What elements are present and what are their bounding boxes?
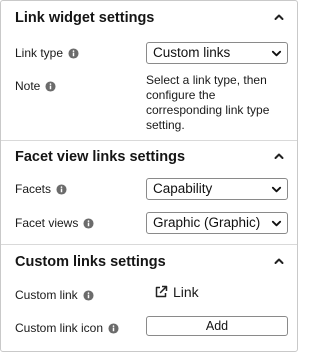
custom-link[interactable]: Link: [154, 284, 199, 300]
custom-link-icon-label: Custom link icon: [15, 321, 119, 335]
link-type-label: Link type: [15, 46, 79, 60]
facets-label: Facets: [15, 182, 67, 196]
add-icon-button[interactable]: Add: [146, 316, 288, 336]
facets-select[interactable]: Capability: [146, 178, 288, 200]
info-icon[interactable]: [45, 80, 56, 92]
info-icon[interactable]: [83, 289, 94, 301]
chevron-up-icon[interactable]: [273, 255, 285, 267]
custom-link-label: Custom link: [15, 288, 94, 302]
external-link-icon: [155, 285, 168, 298]
custom-link-text: Link: [173, 284, 199, 300]
note-text: Select a link type, then configure the c…: [146, 73, 270, 132]
facet-view-section-header[interactable]: Facet view links settings: [1, 140, 297, 170]
section-title: Custom links settings: [15, 254, 166, 270]
note-label: Note: [15, 79, 56, 93]
custom-links-section-header[interactable]: Custom links settings: [1, 245, 297, 275]
chevron-down-icon: [271, 220, 282, 227]
settings-panel: Link widget settings Link type Custom li…: [0, 0, 298, 352]
facet-views-select[interactable]: Graphic (Graphic): [146, 212, 288, 234]
chevron-down-icon: [271, 186, 282, 193]
info-icon[interactable]: [68, 47, 79, 59]
facet-views-label: Facet views: [15, 216, 94, 230]
info-icon[interactable]: [83, 217, 94, 229]
section-title: Facet view links settings: [15, 149, 186, 165]
chevron-up-icon[interactable]: [273, 150, 285, 162]
info-icon[interactable]: [108, 322, 119, 334]
info-icon[interactable]: [56, 183, 67, 195]
chevron-down-icon: [271, 50, 282, 57]
chevron-up-icon[interactable]: [273, 11, 285, 23]
link-widget-section-header[interactable]: Link widget settings: [1, 1, 297, 31]
link-type-select[interactable]: Custom links: [146, 42, 288, 64]
section-title: Link widget settings: [15, 10, 155, 26]
